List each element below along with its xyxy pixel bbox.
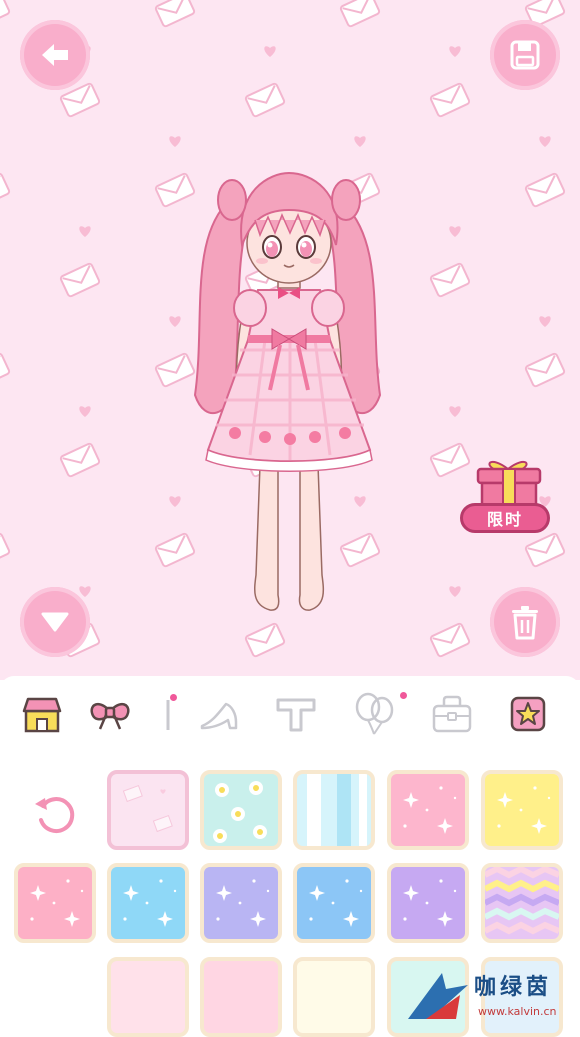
swatch-envelope-pink[interactable] <box>107 770 189 850</box>
swatch-plain-pink[interactable] <box>200 957 282 1037</box>
tab-favorites[interactable] <box>506 692 550 736</box>
swatch-daisy-mint[interactable] <box>200 770 282 850</box>
tab-balloons[interactable] <box>352 692 407 736</box>
swatch-sparkle-pink[interactable] <box>387 770 469 850</box>
swatch-sparkle-rose[interactable] <box>14 863 96 943</box>
swatch-sparkle-lilac[interactable] <box>200 863 282 943</box>
save-disk-icon <box>510 40 540 70</box>
reset-rotate-icon <box>34 797 74 834</box>
swatch-sparkle-sky[interactable] <box>107 863 189 943</box>
back-button[interactable] <box>20 20 90 90</box>
reset-button[interactable] <box>28 789 83 839</box>
tab-background[interactable] <box>20 692 64 736</box>
trash-icon <box>512 606 538 640</box>
swatch-plain-blush[interactable] <box>107 957 189 1037</box>
new-item-badge <box>170 694 177 701</box>
new-item-badge <box>400 692 407 699</box>
letter-t-icon <box>276 698 316 732</box>
handbag-icon <box>432 695 472 733</box>
dressup-stage: 限时 <box>0 0 580 680</box>
limited-time-badge: 限时 <box>460 503 550 533</box>
save-button[interactable] <box>490 20 560 90</box>
collapse-panel-button[interactable] <box>20 587 90 657</box>
watermark-logo <box>408 973 468 1019</box>
category-tab-bar <box>0 676 580 756</box>
swatch-chevron-pastel[interactable] <box>481 863 563 943</box>
tab-bag[interactable] <box>430 692 474 736</box>
house-icon <box>22 697 62 733</box>
tab-text[interactable] <box>274 692 318 736</box>
swatch-sparkle-purple[interactable] <box>387 863 469 943</box>
tab-accessory[interactable] <box>142 692 186 736</box>
balloons-icon <box>355 692 394 735</box>
high-heel-icon <box>200 702 238 730</box>
swatch-sparkle-blue[interactable] <box>293 863 375 943</box>
tab-shoes[interactable] <box>196 692 240 736</box>
doll-character <box>193 171 382 611</box>
delete-button[interactable] <box>490 587 560 657</box>
back-arrow-icon <box>42 44 68 66</box>
swatch-stripe-blue[interactable] <box>293 770 375 850</box>
limited-gift-button[interactable]: 限时 <box>460 455 555 540</box>
watermark-url: www.kalvin.cn <box>478 1005 557 1018</box>
triangle-down-icon <box>41 612 69 632</box>
star-icon <box>510 696 546 732</box>
watermark-title: 咖绿茵 <box>474 975 553 1000</box>
bow-icon <box>90 703 130 730</box>
tab-bow[interactable] <box>88 692 132 736</box>
site-watermark: 咖绿茵 www.kalvin.cn <box>402 965 572 1027</box>
swatch-plain-cream[interactable] <box>293 957 375 1037</box>
swatch-sparkle-yellow[interactable] <box>481 770 563 850</box>
